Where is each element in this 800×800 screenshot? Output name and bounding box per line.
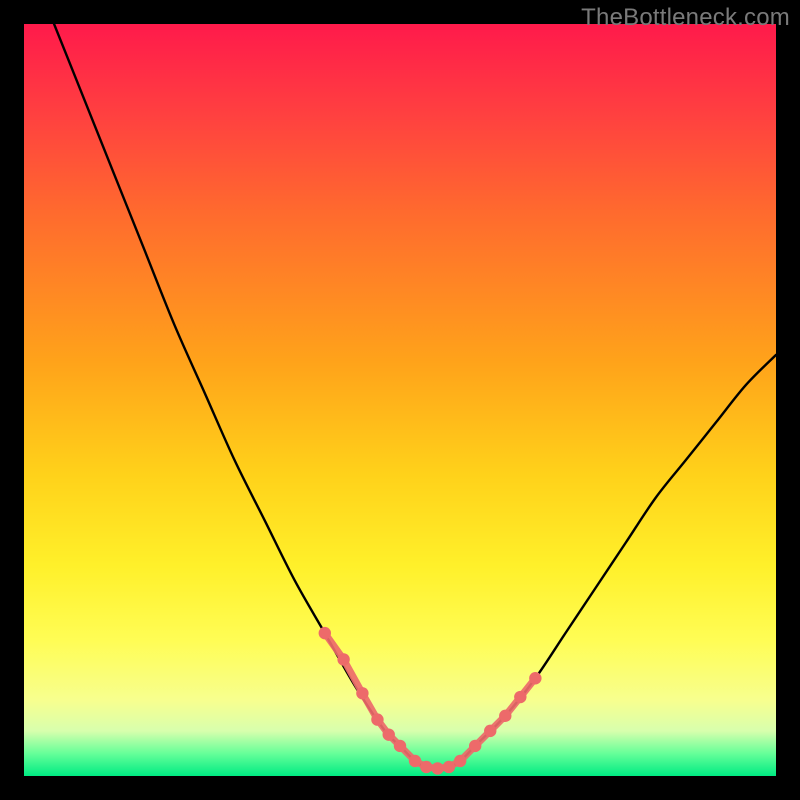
marker-dot bbox=[383, 728, 395, 740]
marker-connector-path bbox=[325, 633, 536, 768]
marker-dot bbox=[469, 740, 481, 752]
marker-dot bbox=[394, 740, 406, 752]
marker-dot bbox=[319, 627, 331, 639]
marker-dot bbox=[420, 761, 432, 773]
marker-dot bbox=[514, 691, 526, 703]
marker-dot bbox=[454, 755, 466, 767]
marker-dot bbox=[484, 725, 496, 737]
chart-markers-svg bbox=[24, 24, 776, 776]
chart-frame bbox=[24, 24, 776, 776]
marker-dot bbox=[529, 672, 541, 684]
marker-dot bbox=[337, 653, 349, 665]
marker-dot bbox=[371, 713, 383, 725]
marker-dots-group bbox=[319, 627, 542, 775]
marker-dot bbox=[443, 761, 455, 773]
marker-dot bbox=[356, 687, 368, 699]
marker-dot bbox=[499, 710, 511, 722]
marker-dot bbox=[409, 755, 421, 767]
marker-dot bbox=[431, 762, 443, 774]
watermark-text: TheBottleneck.com bbox=[581, 4, 790, 32]
